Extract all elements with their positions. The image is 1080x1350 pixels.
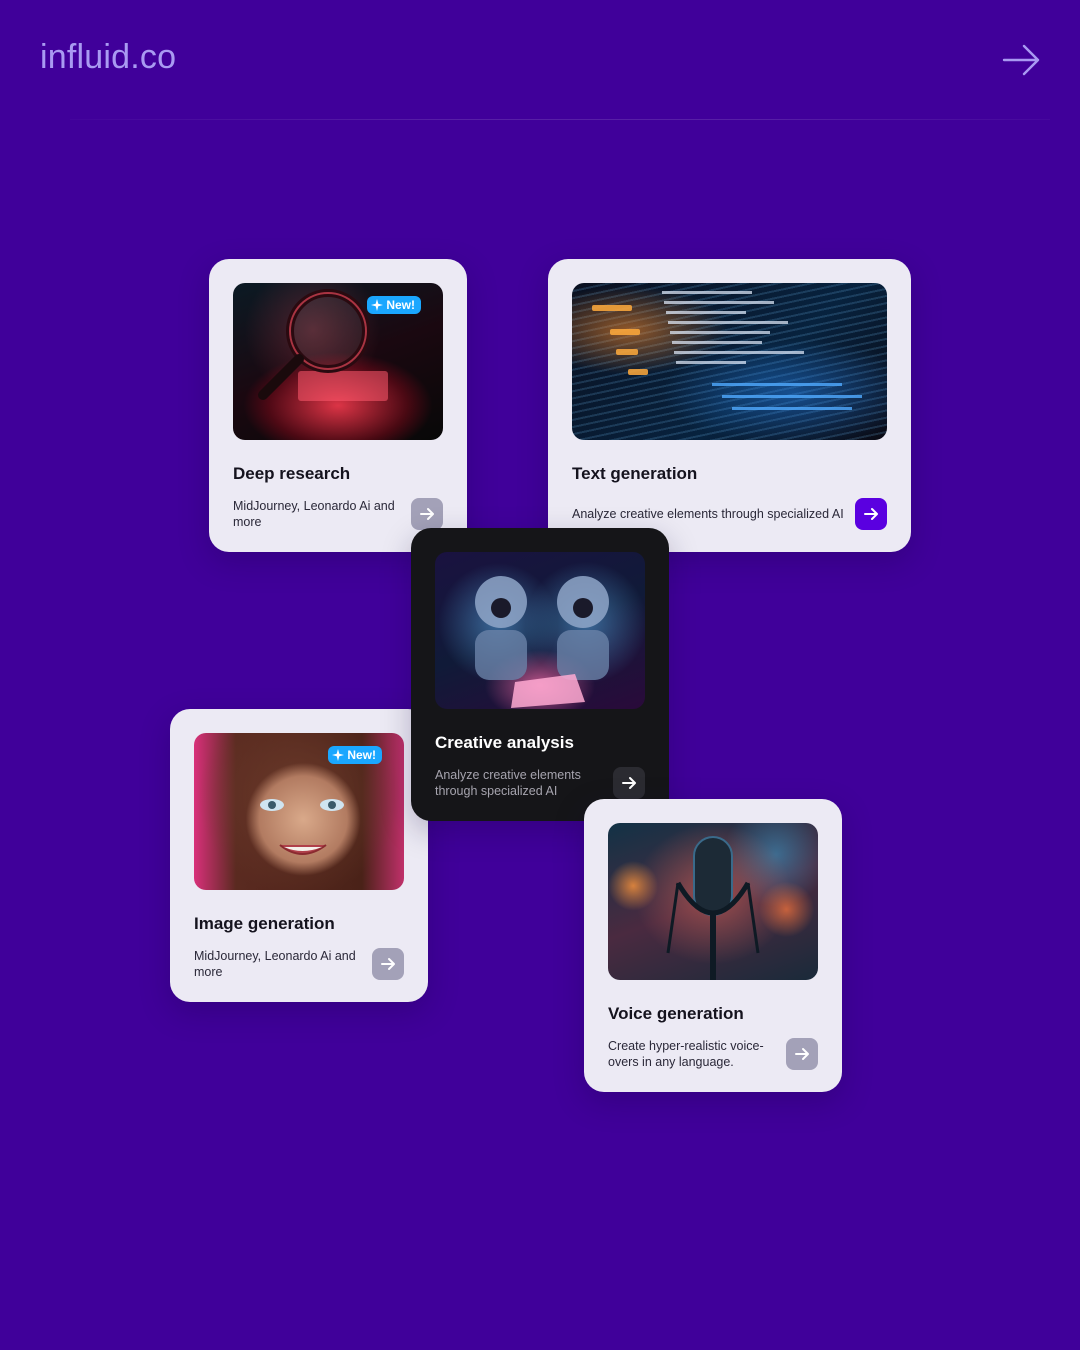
new-badge: New! [328,746,382,764]
sparkle-icon [371,299,384,311]
card-title: Text generation [572,464,698,483]
card-description: Analyze creative elements through specia… [435,768,581,798]
arrow-right-icon[interactable] [1002,42,1042,78]
card-description: MidJourney, Leonardo Ai and more [194,949,356,979]
arrow-right-icon [864,508,878,520]
card-image: New! [233,283,443,440]
card-text-generation[interactable]: Text generation Analyze creative element… [548,259,911,552]
card-title: Voice generation [608,1004,744,1023]
card-image [608,823,818,980]
card-description: MidJourney, Leonardo Ai and more [233,499,395,529]
new-badge: New! [367,296,421,314]
microphone-illustration [666,836,760,980]
card-creative-analysis[interactable]: Creative analysis Analyze creative eleme… [411,528,669,821]
card-image [572,283,887,440]
card-description: Create hyper-realistic voice-overs in an… [608,1039,764,1069]
open-card-button[interactable] [613,767,645,799]
card-image [435,552,645,709]
card-title: Image generation [194,914,335,933]
card-deep-research[interactable]: New! Deep research MidJourney, Leonardo … [209,259,467,552]
brand-logo: influid.co [40,38,177,76]
card-image: New! [194,733,404,890]
arrow-right-icon [420,508,434,520]
open-card-button[interactable] [786,1038,818,1070]
card-description: Analyze creative elements through specia… [572,507,844,521]
arrow-right-icon [622,777,636,789]
open-card-button[interactable] [855,498,887,530]
open-card-button[interactable] [372,948,404,980]
sparkle-icon [332,749,345,761]
open-card-button[interactable] [411,498,443,530]
robots-illustration [475,576,609,708]
header-divider [70,119,1050,120]
code-screen-illustration [592,291,862,410]
arrow-right-icon [795,1048,809,1060]
arrow-right-icon [381,958,395,970]
badge-label: New! [386,298,415,312]
card-title: Deep research [233,464,351,483]
badge-label: New! [347,748,376,762]
card-image-generation[interactable]: New! Image generation MidJourney, Leonar… [170,709,428,1002]
card-title: Creative analysis [435,733,574,752]
card-voice-generation[interactable]: Voice generation Create hyper-realistic … [584,799,842,1092]
